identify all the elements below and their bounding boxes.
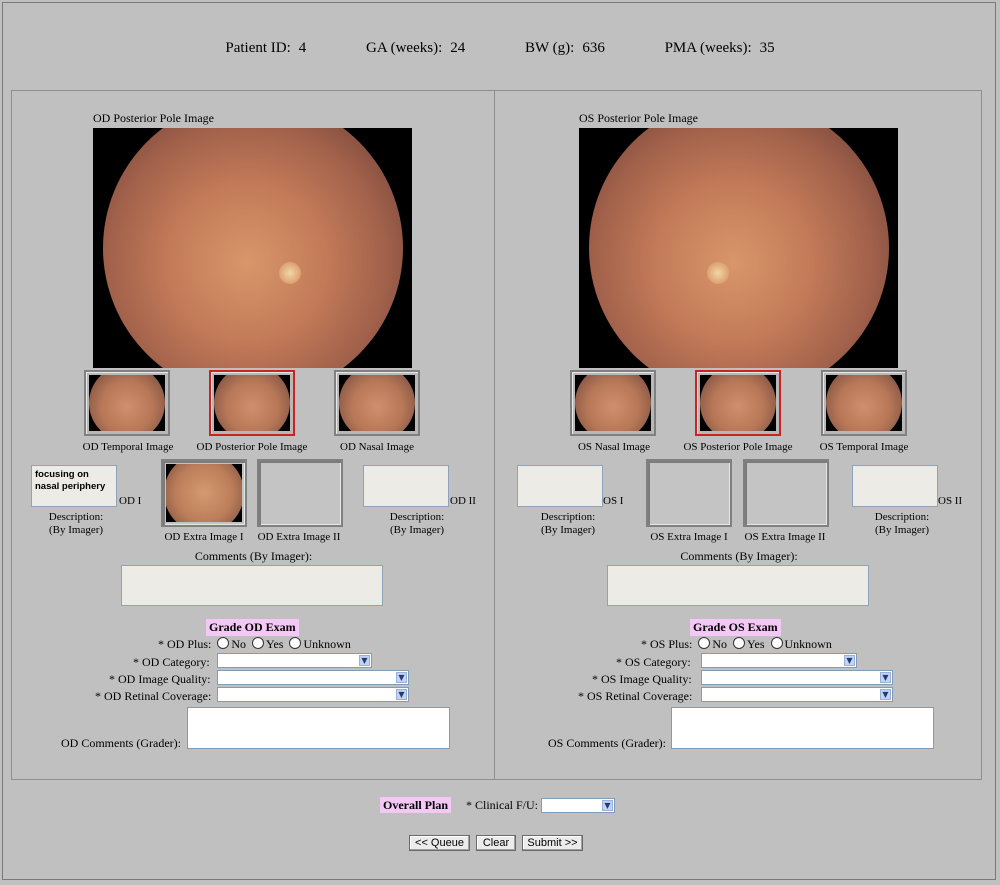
pma-value: 35 bbox=[759, 40, 775, 56]
chevron-down-icon: ▼ bbox=[602, 800, 613, 811]
od-grader-comments-label: OD Comments (Grader): bbox=[61, 736, 181, 750]
os-posterior-caption: OS Posterior Pole Image bbox=[683, 441, 793, 453]
od-quality-label: * OD Image Quality: bbox=[109, 672, 211, 686]
os-posterior-label: OS Posterior Pole Image bbox=[579, 111, 698, 125]
chevron-down-icon: ▼ bbox=[844, 655, 855, 666]
os-grader-comments[interactable] bbox=[671, 707, 934, 749]
od-category-select[interactable]: ▼ bbox=[217, 653, 372, 668]
os-extra1-caption: OS Extra Image I bbox=[650, 531, 728, 543]
submit-button[interactable]: Submit >> bbox=[522, 835, 583, 851]
os-extra-image-1[interactable] bbox=[646, 459, 732, 527]
od-plus-row: * OD Plus: No Yes Unknown bbox=[158, 637, 351, 651]
od-temporal-caption: OD Temporal Image bbox=[82, 441, 174, 453]
od-posterior-label: OD Posterior Pole Image bbox=[93, 111, 214, 125]
os-plus-row: * OS Plus: No Yes Unknown bbox=[641, 637, 832, 651]
os-i-tag: OS I bbox=[603, 495, 624, 507]
od-plus-unknown-radio[interactable] bbox=[289, 637, 302, 649]
os-coverage-label: * OS Retinal Coverage: bbox=[578, 689, 693, 703]
chevron-down-icon: ▼ bbox=[396, 689, 407, 700]
os-ii-tag: OS II bbox=[938, 495, 963, 507]
od-extra1-caption: OD Extra Image I bbox=[164, 531, 244, 543]
os-nasal-thumb[interactable] bbox=[570, 370, 656, 436]
chevron-down-icon: ▼ bbox=[396, 672, 407, 683]
os-description-2[interactable] bbox=[852, 465, 938, 507]
od-grade-title: Grade OD Exam bbox=[206, 619, 299, 636]
os-grade-title: Grade OS Exam bbox=[690, 619, 781, 636]
os-plus-unknown-radio[interactable] bbox=[770, 637, 783, 649]
od-posterior-caption: OD Posterior Pole Image bbox=[196, 441, 308, 453]
od-extra-image-1[interactable] bbox=[161, 459, 247, 527]
od-desc2-label: Description: (By Imager) bbox=[389, 511, 445, 536]
chevron-down-icon: ▼ bbox=[880, 689, 891, 700]
od-description-2[interactable] bbox=[363, 465, 449, 507]
od-coverage-label: * OD Retinal Coverage: bbox=[95, 689, 212, 703]
od-plus-no-radio[interactable] bbox=[217, 637, 230, 649]
os-desc2-label: Description: (By Imager) bbox=[874, 511, 930, 536]
os-extra-image-2[interactable] bbox=[743, 459, 829, 527]
od-imager-comments[interactable] bbox=[121, 565, 383, 606]
od-plus-label: * OD Plus: bbox=[158, 637, 212, 651]
od-grader-comments[interactable] bbox=[187, 707, 450, 749]
os-plus-no-radio[interactable] bbox=[698, 637, 711, 649]
os-posterior-thumb[interactable] bbox=[695, 370, 781, 436]
chevron-down-icon: ▼ bbox=[880, 672, 891, 683]
od-posterior-image[interactable] bbox=[93, 128, 412, 368]
os-description-1[interactable] bbox=[517, 465, 603, 507]
od-category-label: * OD Category: bbox=[133, 655, 210, 669]
od-panel: OD Posterior Pole Image OD Temporal Imag… bbox=[11, 90, 494, 780]
overall-plan: Overall Plan * Clinical F/U: bbox=[380, 797, 538, 813]
bw-value: 636 bbox=[582, 40, 605, 56]
os-imager-comments[interactable] bbox=[607, 565, 869, 606]
os-grader-comments-label: OS Comments (Grader): bbox=[548, 736, 666, 750]
bw-label: BW (g): bbox=[525, 40, 575, 56]
clinical-fu-select[interactable]: ▼ bbox=[541, 798, 615, 813]
os-category-label: * OS Category: bbox=[616, 655, 691, 669]
od-nasal-thumb[interactable] bbox=[334, 370, 420, 436]
od-desc1-label: Description: (By Imager) bbox=[48, 511, 104, 536]
od-extra2-caption: OD Extra Image II bbox=[257, 531, 341, 543]
os-coverage-select[interactable]: ▼ bbox=[701, 687, 893, 702]
od-comments-label: Comments (By Imager): bbox=[194, 549, 313, 563]
ga-label: GA (weeks): bbox=[366, 40, 443, 56]
os-category-select[interactable]: ▼ bbox=[701, 653, 857, 668]
od-temporal-thumb[interactable] bbox=[84, 370, 170, 436]
patient-header: Patient ID: 4 GA (weeks): 24 BW (g): 636 PM… bbox=[0, 40, 1000, 57]
clinical-fu-label: * Clinical F/U: bbox=[466, 798, 538, 812]
ga-value: 24 bbox=[450, 40, 466, 56]
os-plus-label: * OS Plus: bbox=[641, 637, 693, 651]
od-i-tag: OD I bbox=[119, 495, 142, 507]
od-posterior-thumb[interactable] bbox=[209, 370, 295, 436]
os-desc1-label: Description: (By Imager) bbox=[540, 511, 596, 536]
pma-label: PMA (weeks): bbox=[664, 40, 752, 56]
os-quality-select[interactable]: ▼ bbox=[701, 670, 893, 685]
os-posterior-image[interactable] bbox=[579, 128, 898, 368]
od-plus-yes-radio[interactable] bbox=[252, 637, 265, 649]
queue-button[interactable]: << Queue bbox=[409, 835, 470, 851]
od-description-1[interactable]: focusing on nasal periphery bbox=[31, 465, 117, 507]
os-temporal-thumb[interactable] bbox=[821, 370, 907, 436]
od-nasal-caption: OD Nasal Image bbox=[340, 441, 414, 453]
os-quality-label: * OS Image Quality: bbox=[592, 672, 692, 686]
os-nasal-caption: OS Nasal Image bbox=[577, 441, 651, 453]
overall-plan-title: Overall Plan bbox=[380, 797, 451, 813]
patient-id-label: Patient ID: bbox=[225, 40, 291, 56]
os-temporal-caption: OS Temporal Image bbox=[819, 441, 909, 453]
os-extra2-caption: OS Extra Image II bbox=[744, 531, 826, 543]
os-panel: OS Posterior Pole Image OS Nasal Image O… bbox=[494, 90, 982, 780]
patient-id-value: 4 bbox=[298, 40, 307, 56]
chevron-down-icon: ▼ bbox=[359, 655, 370, 666]
od-coverage-select[interactable]: ▼ bbox=[217, 687, 409, 702]
os-plus-yes-radio[interactable] bbox=[733, 637, 746, 649]
os-comments-label: Comments (By Imager): bbox=[680, 549, 798, 563]
clear-button[interactable]: Clear bbox=[476, 835, 516, 851]
od-extra-image-2[interactable] bbox=[257, 459, 343, 527]
od-quality-select[interactable]: ▼ bbox=[217, 670, 409, 685]
od-ii-tag: OD II bbox=[450, 495, 476, 507]
